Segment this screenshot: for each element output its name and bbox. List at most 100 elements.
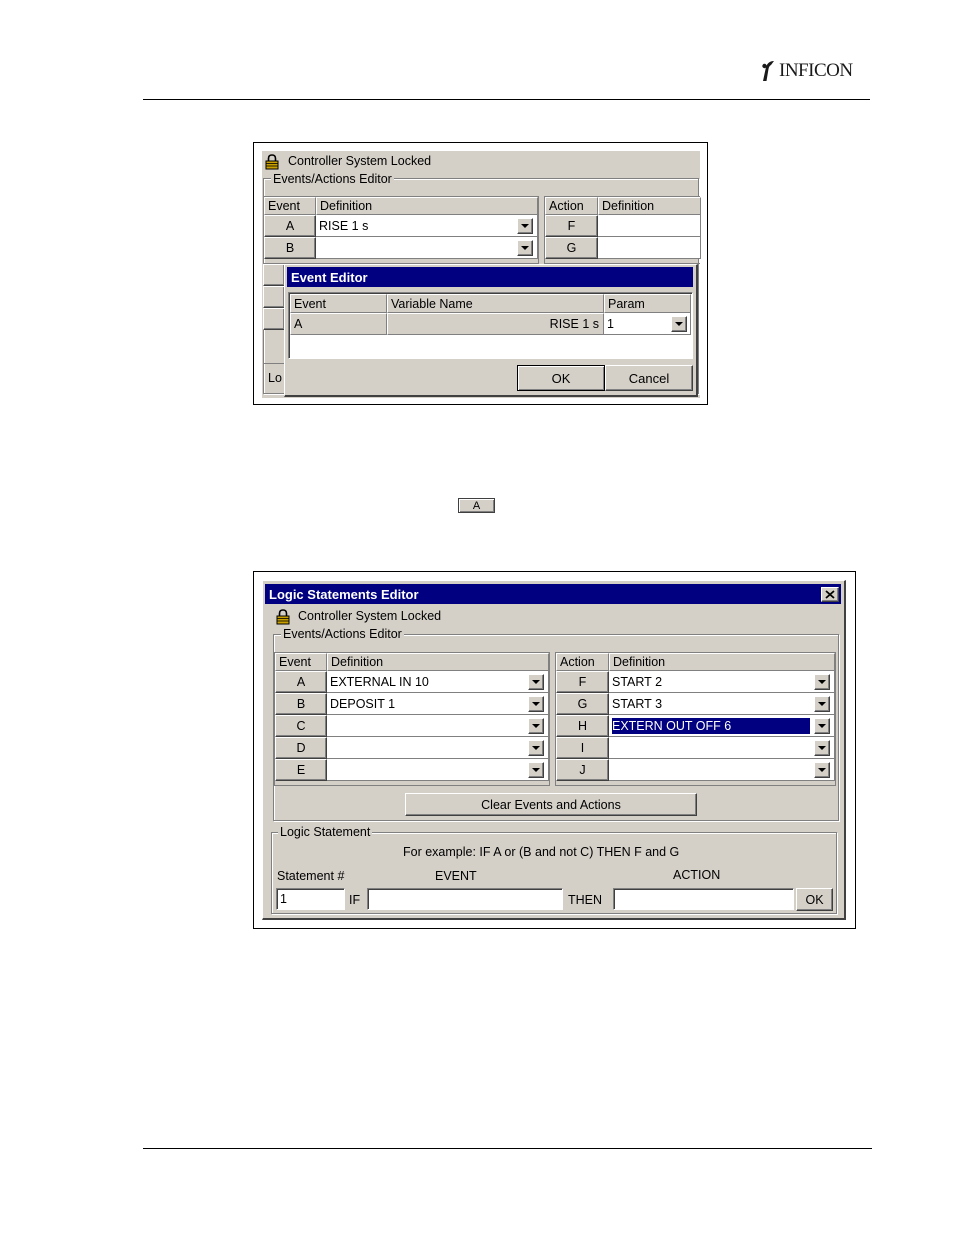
logic-statements-window: Logic Statements Editor Controller Syste… xyxy=(262,580,846,920)
action-h-dropdown-button[interactable] xyxy=(814,718,830,734)
chevron-down-icon xyxy=(818,702,826,706)
action-row-f-button[interactable]: F xyxy=(556,671,609,693)
action-expression-input[interactable] xyxy=(613,888,794,910)
event-column-header: Event xyxy=(275,653,327,671)
inline-event-a-button: A xyxy=(458,498,495,513)
event-b-dropdown-button[interactable] xyxy=(528,696,544,712)
events-actions-group-label: Events/Actions Editor xyxy=(271,172,394,186)
action-row-i-button[interactable]: I xyxy=(556,737,609,759)
event-row-a-button[interactable]: A xyxy=(264,215,316,237)
cancel-button[interactable]: Cancel xyxy=(605,365,693,391)
param-column-header: Param xyxy=(604,294,691,313)
event-row-e-button[interactable]: E xyxy=(275,759,327,781)
event-b-dropdown-button[interactable] xyxy=(517,240,533,256)
action-definition-column-header: Definition xyxy=(598,197,701,215)
close-button[interactable] xyxy=(821,587,839,602)
event-b-definition[interactable]: DEPOSIT 1 xyxy=(327,693,549,715)
event-expression-input[interactable] xyxy=(367,888,563,910)
event-c-definition[interactable] xyxy=(327,715,549,737)
chevron-down-icon xyxy=(818,746,826,750)
chevron-down-icon xyxy=(532,680,540,684)
event-row-d-button[interactable]: D xyxy=(275,737,327,759)
action-field-label: ACTION xyxy=(673,868,721,882)
action-row-g-button[interactable]: G xyxy=(556,693,609,715)
event-a-definition[interactable]: EXTERNAL IN 10 xyxy=(327,671,549,693)
event-editor-dialog: Event Editor Event Variable Name Param A… xyxy=(284,264,698,397)
then-label: THEN xyxy=(568,893,603,907)
action-f-definition[interactable]: START 2 xyxy=(609,671,835,693)
action-table: Action Definition F G xyxy=(544,196,701,264)
event-editor-grid: Event Variable Name Param A RISE 1 s 1 xyxy=(288,292,693,359)
events-actions-group-label: Events/Actions Editor xyxy=(281,627,404,641)
event-editor-title: Event Editor xyxy=(287,267,693,287)
action-i-dropdown-button[interactable] xyxy=(814,740,830,756)
header-rule xyxy=(143,99,870,100)
action-i-definition[interactable] xyxy=(609,737,835,759)
variable-name-cell: RISE 1 s xyxy=(387,313,604,335)
event-row-c-button[interactable] xyxy=(263,264,285,286)
action-f-definition-value: START 2 xyxy=(612,674,663,689)
event-a-dropdown-button[interactable] xyxy=(517,218,533,234)
event-a-dropdown-button[interactable] xyxy=(528,674,544,690)
definition-column-header: Definition xyxy=(327,653,549,671)
event-table: Event Definition A EXTERNAL IN 10 B DEPO… xyxy=(274,652,550,786)
event-row-a-button[interactable]: A xyxy=(275,671,327,693)
action-f-dropdown-button[interactable] xyxy=(814,674,830,690)
action-g-dropdown-button[interactable] xyxy=(814,696,830,712)
chevron-down-icon xyxy=(818,768,826,772)
clear-area-fragment xyxy=(263,332,285,364)
statement-number-label: Statement # xyxy=(277,869,345,883)
inficon-logo: INFICON xyxy=(760,58,853,84)
event-e-definition[interactable] xyxy=(327,759,549,781)
lock-icon xyxy=(276,609,290,625)
event-row-b-button[interactable]: B xyxy=(275,693,327,715)
event-row-c-button[interactable]: C xyxy=(275,715,327,737)
action-column-header: Action xyxy=(545,197,598,215)
event-d-definition[interactable] xyxy=(327,737,549,759)
action-j-dropdown-button[interactable] xyxy=(814,762,830,778)
event-d-dropdown-button[interactable] xyxy=(528,740,544,756)
logic-statements-title: Logic Statements Editor xyxy=(265,584,841,604)
logic-statement-group-label: Logic Statement xyxy=(278,825,373,839)
action-column-header: Action xyxy=(556,653,609,671)
ok-button[interactable]: OK xyxy=(796,888,833,911)
event-row-e-button[interactable] xyxy=(263,308,285,330)
event-row-d-button[interactable] xyxy=(263,286,285,308)
chevron-down-icon xyxy=(532,746,540,750)
chevron-down-icon xyxy=(818,680,826,684)
param-dropdown-button[interactable] xyxy=(671,316,687,332)
screenshot-logic-statements-editor: Logic Statements Editor Controller Syste… xyxy=(253,571,856,929)
action-row-j-button[interactable]: J xyxy=(556,759,609,781)
ok-button[interactable]: OK xyxy=(517,365,605,391)
action-row-h-button[interactable]: H xyxy=(556,715,609,737)
footer-rule xyxy=(143,1148,872,1149)
event-b-definition[interactable] xyxy=(316,237,538,259)
variable-name-column-header: Variable Name xyxy=(387,294,604,313)
action-row-g-button[interactable]: G xyxy=(545,237,598,259)
chevron-down-icon xyxy=(532,702,540,706)
chevron-down-icon xyxy=(521,224,529,228)
action-definition-column-header: Definition xyxy=(609,653,835,671)
action-g-definition[interactable]: START 3 xyxy=(609,693,835,715)
event-a-definition-value: EXTERNAL IN 10 xyxy=(330,674,429,689)
event-a-definition-value: RISE 1 s xyxy=(319,218,369,233)
logo-text: INFICON xyxy=(779,60,853,81)
logic-statements-title-text: Logic Statements Editor xyxy=(269,586,419,602)
clear-events-actions-button[interactable]: Clear Events and Actions xyxy=(405,793,697,816)
chevron-down-icon xyxy=(532,724,540,728)
action-f-definition[interactable] xyxy=(598,215,701,237)
action-h-definition[interactable]: EXTERN OUT OFF 6 xyxy=(609,715,835,737)
logic-example-text: For example: IF A or (B and not C) THEN … xyxy=(403,845,680,859)
event-e-dropdown-button[interactable] xyxy=(528,762,544,778)
action-h-definition-value: EXTERN OUT OFF 6 xyxy=(611,716,811,735)
event-row-b-button[interactable]: B xyxy=(264,237,316,259)
event-a-definition[interactable]: RISE 1 s xyxy=(316,215,538,237)
chevron-down-icon xyxy=(521,246,529,250)
event-table: Event Definition A RISE 1 s B xyxy=(263,196,539,264)
statement-number-input[interactable]: 1 xyxy=(276,888,345,910)
action-j-definition[interactable] xyxy=(609,759,835,781)
event-c-dropdown-button[interactable] xyxy=(528,718,544,734)
action-row-f-button[interactable]: F xyxy=(545,215,598,237)
action-g-definition[interactable] xyxy=(598,237,701,259)
event-column-header: Event xyxy=(264,197,316,215)
